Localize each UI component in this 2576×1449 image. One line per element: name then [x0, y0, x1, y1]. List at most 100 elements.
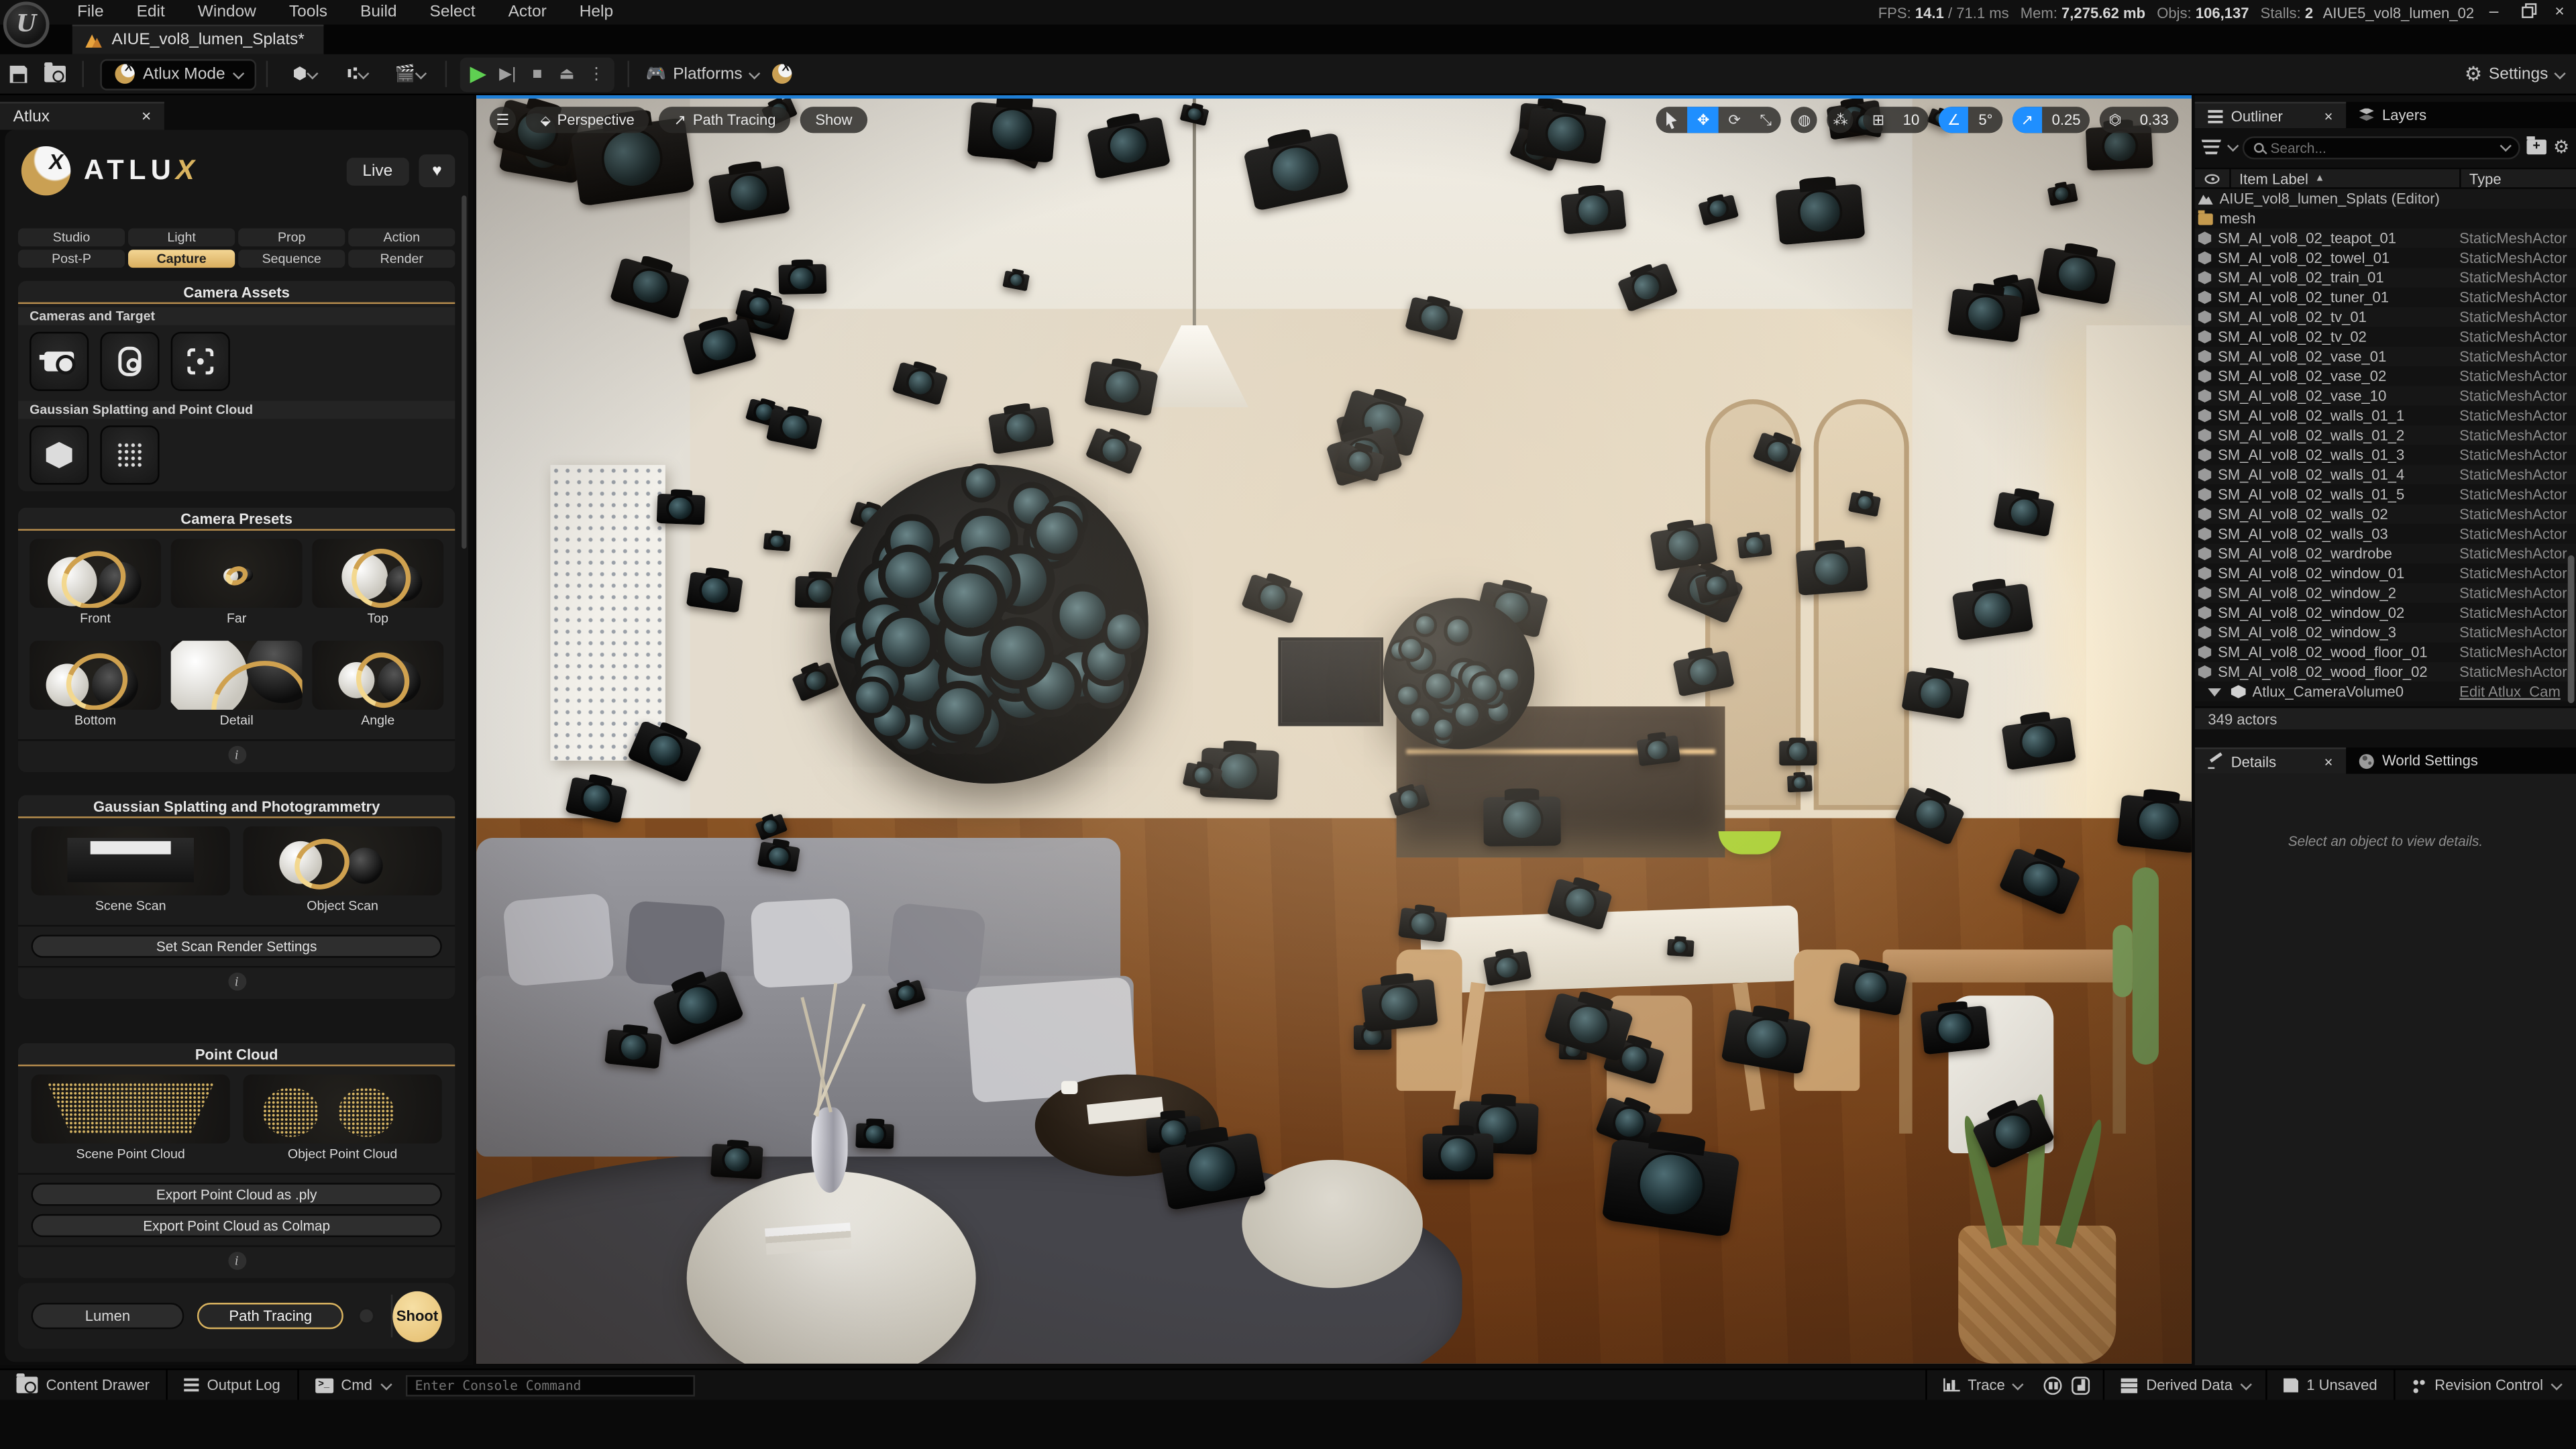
- table-row[interactable]: SM_AI_vol8_02_walls_01_2StaticMeshActor: [2195, 425, 2576, 445]
- table-row[interactable]: SM_AI_vol8_02_walls_01_1StaticMeshActor: [2195, 406, 2576, 425]
- stop-button[interactable]: ■: [523, 60, 552, 88]
- set-scan-render-settings-button[interactable]: Set Scan Render Settings: [32, 934, 442, 957]
- atlux-tab-capture[interactable]: Capture: [128, 250, 235, 268]
- menu-item-help[interactable]: Help: [565, 1, 628, 23]
- world-local-toggle[interactable]: ◍: [1791, 107, 1817, 133]
- camera-speed-control[interactable]: ⏣ 0.33: [2100, 107, 2178, 133]
- view-mode-selector[interactable]: ↗ Path Tracing: [659, 107, 791, 133]
- menu-item-tools[interactable]: Tools: [274, 1, 342, 23]
- scale-snap-control[interactable]: ↗ 0.25: [2012, 107, 2090, 133]
- platforms-button[interactable]: 🎮 Platforms: [641, 58, 762, 91]
- object-scan-card[interactable]: Object Scan: [243, 826, 441, 918]
- add-target-button[interactable]: [171, 332, 230, 391]
- add-actor-button[interactable]: ⬢: [279, 58, 328, 91]
- eye-icon[interactable]: [2205, 173, 2220, 183]
- outliner-scrollbar[interactable]: [2568, 555, 2575, 703]
- filter-icon[interactable]: [2202, 140, 2221, 154]
- content-drawer-button[interactable]: Content Drawer: [0, 1370, 166, 1399]
- camera-preset-bottom[interactable]: Bottom: [30, 641, 161, 733]
- surface-snap-button[interactable]: ⁂: [1827, 107, 1854, 133]
- lumen-button[interactable]: Lumen: [32, 1303, 184, 1329]
- favorite-button[interactable]: ♥: [419, 154, 455, 187]
- perspective-selector[interactable]: ⬙ Perspective: [526, 107, 649, 133]
- table-row[interactable]: SM_AI_vol8_02_train_01StaticMeshActor: [2195, 268, 2576, 287]
- cmd-selector[interactable]: >_ Cmd: [299, 1370, 405, 1399]
- table-row[interactable]: SM_AI_vol8_02_window_02StaticMeshActor: [2195, 603, 2576, 623]
- close-button[interactable]: ×: [2543, 0, 2576, 25]
- atlux-tab-render[interactable]: Render: [348, 250, 455, 268]
- expand-arrow-icon[interactable]: [2208, 688, 2221, 696]
- camera-preset-far[interactable]: Far: [171, 539, 303, 631]
- stats-button[interactable]: ▟: [2069, 1370, 2103, 1399]
- table-row[interactable]: SM_AI_vol8_02_window_01StaticMeshActor: [2195, 564, 2576, 583]
- menu-item-window[interactable]: Window: [183, 1, 271, 23]
- atlux-tab-prop[interactable]: Prop: [238, 228, 345, 246]
- table-row[interactable]: SM_AI_vol8_02_teapot_01StaticMeshActor: [2195, 228, 2576, 248]
- rotate-tool-button[interactable]: ⟳: [1719, 107, 1750, 133]
- atlux-tab-action[interactable]: Action: [348, 228, 455, 246]
- tab-layers[interactable]: Layers: [2346, 102, 2440, 128]
- add-point-cloud-button[interactable]: [100, 425, 159, 484]
- scene-scan-card[interactable]: Scene Scan: [32, 826, 230, 918]
- info-icon[interactable]: i: [227, 746, 246, 764]
- export-ply-button[interactable]: Export Point Cloud as .ply: [32, 1183, 442, 1205]
- camera-preset-front[interactable]: Front: [30, 539, 161, 631]
- add-splat-volume-button[interactable]: [30, 425, 89, 484]
- table-row[interactable]: SM_AI_vol8_02_walls_01_3StaticMeshActor: [2195, 445, 2576, 465]
- create-folder-icon[interactable]: [2527, 140, 2546, 154]
- select-tool-button[interactable]: [1656, 107, 1688, 133]
- menu-item-file[interactable]: File: [62, 1, 119, 23]
- table-row[interactable]: SM_AI_vol8_02_towel_01StaticMeshActor: [2195, 248, 2576, 268]
- console-command-input[interactable]: [405, 1375, 694, 1396]
- table-row[interactable]: SM_AI_vol8_02_tv_01StaticMeshActor: [2195, 307, 2576, 327]
- menu-item-build[interactable]: Build: [345, 1, 412, 23]
- scene-point-cloud-card[interactable]: Scene Point Cloud: [32, 1075, 230, 1167]
- minimize-button[interactable]: –: [2477, 0, 2510, 25]
- blueprints-button[interactable]: ⑆: [332, 58, 381, 91]
- table-row[interactable]: SM_AI_vol8_02_walls_02StaticMeshActor: [2195, 504, 2576, 524]
- table-row[interactable]: SM_AI_vol8_02_wood_floor_01StaticMeshAct…: [2195, 643, 2576, 662]
- menu-item-select[interactable]: Select: [415, 1, 490, 23]
- table-row[interactable]: AIUE_vol8_lumen_Splats (Editor): [2195, 189, 2576, 209]
- tab-world-settings[interactable]: World Settings: [2346, 747, 2491, 773]
- table-row[interactable]: SM_AI_vol8_02_walls_01_5StaticMeshActor: [2195, 484, 2576, 504]
- move-tool-button[interactable]: ✥: [1688, 107, 1719, 133]
- atlux-tab-sequence[interactable]: Sequence: [238, 250, 345, 268]
- table-row[interactable]: SM_AI_vol8_02_walls_03StaticMeshActor: [2195, 524, 2576, 543]
- table-row[interactable]: SM_AI_vol8_02_tv_02StaticMeshActor: [2195, 327, 2576, 346]
- trace-button[interactable]: Trace: [1927, 1370, 2038, 1399]
- frame-skip-button[interactable]: ▶|: [493, 60, 523, 88]
- table-row[interactable]: SM_AI_vol8_02_window_2StaticMeshActor: [2195, 583, 2576, 602]
- save-button[interactable]: [1, 58, 34, 91]
- record-indicator[interactable]: [358, 1307, 374, 1324]
- close-icon[interactable]: ×: [2324, 753, 2333, 769]
- export-colmap-button[interactable]: Export Point Cloud as Colmap: [32, 1214, 442, 1237]
- info-icon[interactable]: i: [227, 973, 246, 991]
- tab-outliner[interactable]: Outliner ×: [2195, 102, 2346, 128]
- close-icon[interactable]: ×: [142, 107, 151, 125]
- menu-item-edit[interactable]: Edit: [122, 1, 180, 23]
- grid-snap-control[interactable]: ⊞ 10: [1864, 107, 1929, 133]
- outliner-search[interactable]: [2243, 136, 2520, 158]
- table-row[interactable]: SM_AI_vol8_02_window_3StaticMeshActor: [2195, 623, 2576, 642]
- level-tab[interactable]: AIUE_vol8_lumen_Splats*: [72, 25, 324, 54]
- eject-button[interactable]: ⏏: [552, 60, 582, 88]
- add-360-camera-button[interactable]: [100, 332, 159, 391]
- table-row[interactable]: SM_AI_vol8_02_vase_10StaticMeshActor: [2195, 386, 2576, 406]
- panel-scrollbar[interactable]: [462, 195, 466, 549]
- search-input[interactable]: [2270, 139, 2493, 155]
- info-icon[interactable]: i: [227, 1252, 246, 1270]
- atlux-tab-post-p[interactable]: Post-P: [18, 250, 125, 268]
- atlux-tab-studio[interactable]: Studio: [18, 228, 125, 246]
- table-row[interactable]: Atlux_CameraVolume0Edit Atlux_Cam: [2195, 682, 2576, 701]
- atlux-toolbar-button[interactable]: [765, 58, 798, 91]
- viewport[interactable]: ☰ ⬙ Perspective ↗ Path Tracing Show: [476, 95, 2192, 1364]
- cinematics-button[interactable]: 🎬: [384, 58, 433, 91]
- atlux-tab-light[interactable]: Light: [128, 228, 235, 246]
- source-control-unsaved-button[interactable]: 1 Unsaved: [2267, 1370, 2394, 1399]
- column-type[interactable]: Type: [2459, 169, 2576, 187]
- content-browser-button[interactable]: [38, 58, 70, 91]
- tab-details[interactable]: Details ×: [2195, 747, 2346, 773]
- table-row[interactable]: SM_AI_vol8_02_wood_floor_02StaticMeshAct…: [2195, 662, 2576, 682]
- object-point-cloud-card[interactable]: Object Point Cloud: [243, 1075, 441, 1167]
